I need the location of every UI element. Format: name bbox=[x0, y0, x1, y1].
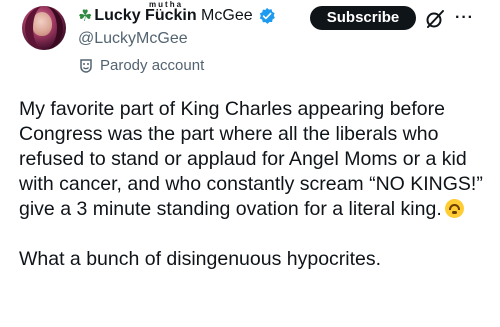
name-middle-wrap: mutha F ·· uckin bbox=[145, 0, 197, 25]
grok-icon[interactable] bbox=[424, 8, 446, 30]
subscribe-button[interactable]: Subscribe bbox=[310, 6, 416, 30]
name-prefix: Lucky bbox=[94, 7, 146, 24]
name-umlaut: ·· u bbox=[154, 5, 165, 24]
parody-mask-icon bbox=[80, 58, 92, 73]
parody-label-text: Parody account bbox=[100, 57, 205, 74]
author-name[interactable]: Lucky mutha F ·· uckin McGee bbox=[94, 0, 253, 25]
name-middle-rest: ckin bbox=[164, 7, 197, 24]
post-paragraph: What a bunch of disingenuous hypocrites. bbox=[19, 248, 382, 270]
post-paragraph: My favorite part of King Charles appeari… bbox=[19, 97, 491, 222]
author-name-row[interactable]: ☘ Lucky mutha F ·· uckin McGee bbox=[78, 0, 276, 27]
post-paragraph-text: My favorite part of King Charles appeari… bbox=[19, 98, 483, 220]
upside-down-face-icon bbox=[444, 199, 464, 218]
avatar[interactable] bbox=[22, 6, 66, 50]
name-suffix: McGee bbox=[196, 7, 253, 24]
name-middle: F bbox=[145, 7, 155, 24]
parody-label: Parody account bbox=[78, 57, 204, 74]
post-body: My favorite part of King Charles appeari… bbox=[19, 97, 491, 272]
author-handle[interactable]: @LuckyMcGee bbox=[78, 30, 188, 48]
clover-icon: ☘ bbox=[78, 6, 93, 25]
verified-badge-icon bbox=[259, 7, 275, 24]
more-icon[interactable]: ··· bbox=[455, 9, 474, 27]
